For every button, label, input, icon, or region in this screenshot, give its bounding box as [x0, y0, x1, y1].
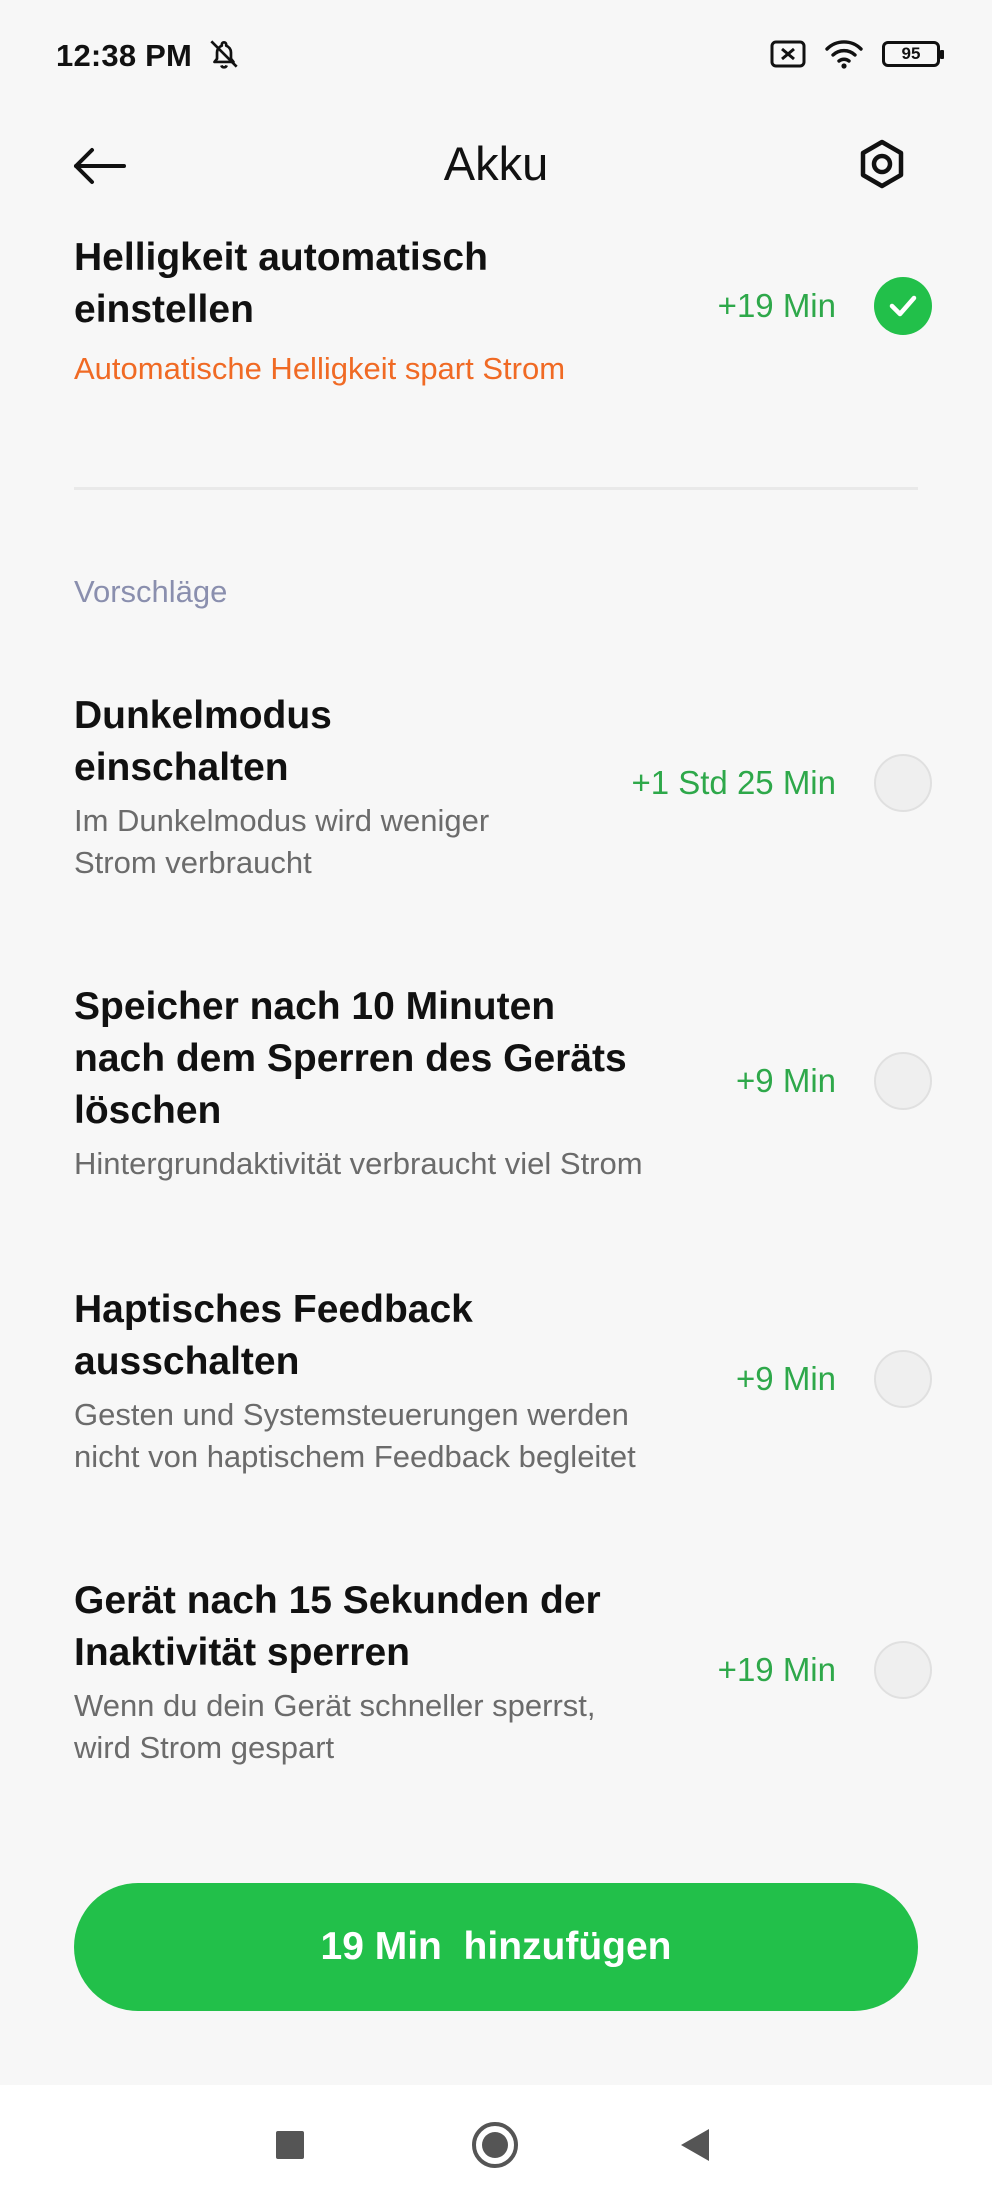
row-title: Speicher nach 10 Minuten nach dem Sperre… [74, 985, 627, 1132]
row-description: Hintergrundaktivität verbraucht viel Str… [74, 1146, 643, 1181]
suggestion-clear-memory[interactable]: Speicher nach 10 Minuten nach dem Sperre… [74, 981, 932, 1181]
status-icons: 95 [770, 36, 944, 72]
add-time-button[interactable]: 19 Min hinzufügen [74, 1883, 918, 2011]
status-bar: 12:38 PM 95 [0, 0, 992, 110]
status-time: 12:38 PM [56, 38, 192, 73]
row-text: Haptisches Feedback ausschalten Gesten u… [74, 1284, 664, 1478]
wifi-icon [825, 40, 863, 69]
checkbox-checked[interactable] [874, 277, 932, 335]
divider [74, 487, 918, 490]
section-label: Vorschläge [74, 574, 228, 609]
home-dot [482, 2132, 508, 2158]
row-title: Haptisches Feedback ausschalten [74, 1288, 473, 1383]
checkbox-unchecked[interactable] [874, 1641, 932, 1699]
suggestion-haptic-feedback[interactable]: Haptisches Feedback ausschalten Gesten u… [74, 1284, 932, 1484]
gear-icon [860, 139, 904, 189]
row-title: Gerät nach 15 Sekunden der Inaktivität s… [74, 1579, 601, 1674]
suggestion-screen-lock[interactable]: Gerät nach 15 Sekunden der Inaktivität s… [74, 1575, 932, 1775]
checkbox-unchecked[interactable] [874, 1052, 932, 1110]
row-gain: +19 Min [717, 1651, 836, 1688]
home-circle-icon[interactable] [472, 2122, 518, 2168]
row-text: Helligkeit automatisch einstellen Automa… [74, 232, 664, 390]
checkbox-unchecked[interactable] [874, 754, 932, 812]
row-description: Automatische Helligkeit spart Strom [74, 351, 566, 386]
row-text: Gerät nach 15 Sekunden der Inaktivität s… [74, 1575, 664, 1769]
recents-square-icon[interactable] [276, 2131, 304, 2159]
row-description: Wenn du dein Gerät schneller sperrst, wi… [74, 1688, 596, 1765]
suggestion-dark-mode[interactable]: Dunkelmodus einschalten Im Dunkelmodus w… [74, 690, 932, 890]
row-description: Gesten und Systemsteuerungen werden nich… [74, 1397, 636, 1474]
row-title: Helligkeit automatisch einstellen [74, 236, 488, 331]
sim-off-icon [770, 40, 806, 68]
checkbox-unchecked[interactable] [874, 1350, 932, 1408]
back-triangle-icon[interactable] [681, 2129, 709, 2161]
row-text: Speicher nach 10 Minuten nach dem Sperre… [74, 981, 664, 1185]
alarm-off-icon [210, 40, 238, 69]
checkmark-icon [889, 295, 917, 317]
navigation-bar [0, 2085, 992, 2204]
row-text: Dunkelmodus einschalten Im Dunkelmodus w… [74, 690, 664, 884]
battery-icon: 95 [882, 41, 944, 67]
row-gain: +9 Min [736, 1360, 836, 1397]
row-title: Dunkelmodus einschalten [74, 694, 332, 789]
app-bar: Akku [0, 110, 992, 220]
battery-level: 95 [901, 44, 921, 63]
auto-brightness-row[interactable]: Helligkeit automatisch einstellen Automa… [74, 232, 932, 402]
page-title: Akku [443, 137, 549, 190]
row-gain: +1 Std 25 Min [631, 764, 836, 801]
settings-button[interactable] [852, 134, 912, 194]
row-gain: +9 Min [736, 1062, 836, 1099]
row-gain: +19 Min [717, 287, 836, 324]
row-description: Im Dunkelmodus wird weniger Strom verbra… [74, 803, 490, 880]
